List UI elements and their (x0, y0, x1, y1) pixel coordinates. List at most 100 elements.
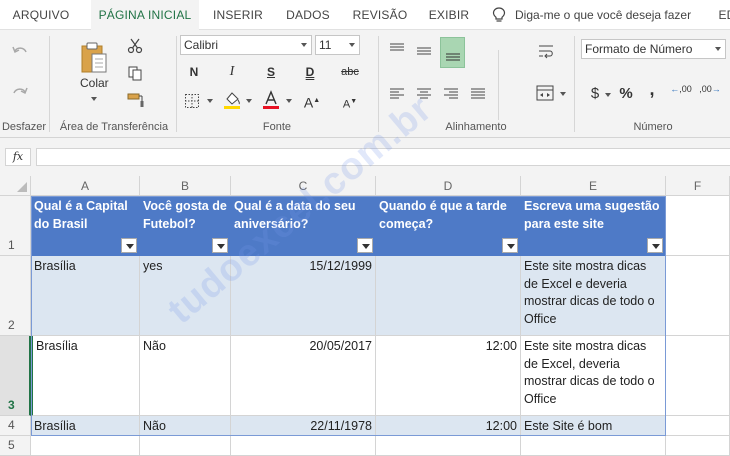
tell-me-box[interactable]: Diga-me o que você deseja fazer (490, 0, 700, 30)
row-header-2[interactable]: 2 (0, 256, 31, 336)
align-top-icon[interactable] (389, 42, 405, 56)
align-bottom-button[interactable] (440, 37, 465, 68)
merge-center-icon[interactable] (536, 85, 554, 101)
column-header-d[interactable]: D (376, 176, 521, 196)
column-header-c[interactable]: C (231, 176, 376, 196)
filter-dropdown-icon[interactable] (647, 238, 663, 253)
table-cell[interactable]: Este site mostra dicas de Excel e deveri… (521, 256, 666, 336)
grow-font-button[interactable]: A▲ (301, 91, 323, 111)
undo-icon[interactable] (11, 44, 29, 60)
table-cell[interactable]: 12:00 (376, 416, 521, 436)
table-cell[interactable]: Brasília (31, 256, 140, 336)
paste-dropdown-icon[interactable] (91, 97, 97, 101)
borders-dropdown-icon[interactable] (207, 99, 213, 103)
cut-icon[interactable] (127, 38, 143, 54)
fill-color-icon[interactable] (223, 90, 241, 110)
currency-dropdown-icon[interactable] (605, 93, 611, 97)
table-cell[interactable]: yes (140, 256, 231, 336)
table-cell[interactable]: 15/12/1999 (231, 256, 376, 336)
column-header-a[interactable]: A (31, 176, 140, 196)
paste-icon[interactable] (79, 40, 109, 76)
formula-bar: fx (0, 138, 730, 176)
decrease-decimal-button[interactable]: ,00→ (698, 85, 722, 105)
empty-cell[interactable] (666, 416, 730, 436)
format-painter-icon[interactable] (127, 92, 145, 108)
group-label-clipboard: Área de Transferência (59, 121, 169, 133)
empty-cell[interactable] (666, 436, 730, 456)
table-header-cell[interactable]: Qual é a data do seu aniversário? (231, 196, 376, 256)
empty-cell[interactable] (140, 436, 231, 456)
tab-exibir[interactable]: EXIBIR (420, 0, 478, 30)
justify-icon[interactable] (470, 87, 486, 101)
italic-button[interactable]: I (221, 62, 243, 82)
table-cell[interactable]: 22/11/1978 (231, 416, 376, 436)
tab-revisao[interactable]: REVISÃO (348, 0, 412, 30)
column-header-b[interactable]: B (140, 176, 231, 196)
empty-cell[interactable] (231, 436, 376, 456)
row-header-3[interactable]: 3 (0, 336, 31, 416)
filter-dropdown-icon[interactable] (357, 238, 373, 253)
column-header-f[interactable]: F (666, 176, 730, 196)
table-cell[interactable]: 12:00 (376, 336, 521, 416)
fill-color-dropdown-icon[interactable] (246, 99, 252, 103)
empty-cell[interactable] (31, 436, 140, 456)
row-header-4[interactable]: 4 (0, 416, 31, 436)
table-cell[interactable]: Brasília (31, 416, 140, 436)
row-header-5[interactable]: 5 (0, 436, 31, 456)
tab-arquivo[interactable]: ARQUIVO (0, 0, 82, 30)
empty-cell[interactable] (666, 336, 730, 416)
row-number: 1 (8, 238, 15, 252)
table-header-cell[interactable]: Você gosta de Futebol? (140, 196, 231, 256)
table-header-cell[interactable]: Qual é a Capital do Brasil (31, 196, 140, 256)
shrink-font-button[interactable]: A▼ (339, 92, 361, 112)
table-cell[interactable]: 20/05/2017 (231, 336, 376, 416)
bold-button[interactable]: N (183, 62, 205, 82)
column-header-e[interactable]: E (521, 176, 666, 196)
underline-button[interactable]: S (260, 62, 282, 82)
double-underline-button[interactable]: D (299, 62, 321, 82)
table-cell[interactable]: Brasília (31, 336, 140, 416)
empty-cell[interactable] (666, 256, 730, 336)
merge-dropdown-icon[interactable] (560, 92, 566, 96)
font-color-icon[interactable] (262, 90, 280, 110)
copy-icon[interactable] (127, 65, 143, 81)
align-middle-icon[interactable] (416, 44, 432, 58)
font-color-dropdown-icon[interactable] (286, 99, 292, 103)
strikethrough-button[interactable]: abc (336, 62, 364, 82)
currency-button[interactable]: $ (584, 84, 606, 104)
redo-icon[interactable] (11, 85, 29, 101)
number-format-combo[interactable]: Formato de Número (581, 39, 726, 59)
table-header-cell[interactable]: Escreva uma sugestão para este site (521, 196, 666, 256)
borders-icon[interactable] (184, 93, 200, 109)
align-right-icon[interactable] (443, 87, 459, 101)
insert-function-button[interactable]: fx (5, 148, 31, 166)
empty-cell[interactable] (376, 436, 521, 456)
wrap-text-icon[interactable] (537, 43, 555, 61)
row-header-1[interactable]: 1 (0, 196, 31, 256)
paste-label[interactable]: Colar (80, 76, 109, 90)
comma-style-button[interactable]: , (641, 79, 663, 99)
table-cell[interactable]: Este site mostra dicas de Excel, deveria… (521, 336, 666, 416)
filter-dropdown-icon[interactable] (212, 238, 228, 253)
align-center-icon[interactable] (416, 87, 432, 101)
increase-decimal-button[interactable]: ←,00 (669, 85, 693, 105)
table-header-cell[interactable]: Quando é que a tarde começa? (376, 196, 521, 256)
empty-cell[interactable] (666, 196, 730, 256)
empty-cell[interactable] (521, 436, 666, 456)
table-cell[interactable]: Este Site é bom (521, 416, 666, 436)
tab-ed[interactable]: ED (712, 0, 730, 30)
select-all-corner[interactable] (0, 176, 31, 196)
font-size-combo[interactable]: 11 (315, 35, 360, 55)
align-left-icon[interactable] (389, 87, 405, 101)
percent-button[interactable]: % (615, 84, 637, 104)
filter-dropdown-icon[interactable] (121, 238, 137, 253)
formula-input[interactable] (36, 148, 730, 166)
table-cell[interactable] (376, 256, 521, 336)
table-cell[interactable]: Não (140, 416, 231, 436)
filter-dropdown-icon[interactable] (502, 238, 518, 253)
font-name-combo[interactable]: Calibri (180, 35, 312, 55)
tab-dados[interactable]: DADOS (277, 0, 339, 30)
tab-pagina-inicial[interactable]: PÁGINA INICIAL (91, 0, 199, 30)
tab-inserir[interactable]: INSERIR (207, 0, 269, 30)
table-cell[interactable]: Não (140, 336, 231, 416)
